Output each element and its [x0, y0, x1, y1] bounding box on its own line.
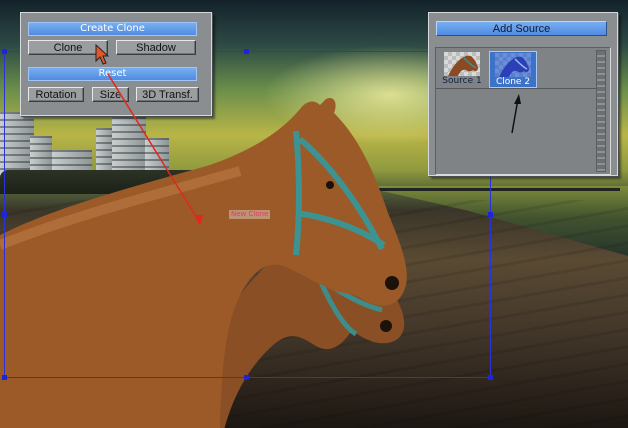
thumbnail-label: Clone 2: [495, 77, 531, 87]
source-panel: Add Source Source 1 Clone 2: [428, 12, 618, 176]
add-source-button[interactable]: Add Source: [436, 21, 607, 36]
resize-handle-left[interactable]: [2, 212, 7, 217]
divider: [436, 88, 596, 89]
resize-handle-right[interactable]: [488, 212, 493, 217]
reset-rotation-button[interactable]: Rotation: [28, 87, 84, 102]
source-thumbnail-list: Source 1 Clone 2: [435, 47, 611, 175]
thumbnail-scrollbar[interactable]: [596, 50, 606, 172]
new-clone-label: New Clone: [229, 210, 271, 219]
resize-handle-bottom-left[interactable]: [2, 375, 7, 380]
thumbnail-source-1[interactable]: Source 1: [439, 51, 485, 86]
resize-handle-top-left[interactable]: [2, 49, 7, 54]
source-horse[interactable]: [0, 95, 420, 428]
thumbnail-label: Source 1: [442, 76, 482, 86]
reset-3d-transform-button[interactable]: 3D Transf.: [136, 87, 199, 102]
horse-head-icon: [444, 52, 480, 76]
horse-head-icon: [495, 53, 531, 77]
create-clone-panel: Create Clone Clone Shadow Reset Rotation…: [20, 12, 212, 116]
create-clone-header: Create Clone: [28, 22, 197, 36]
mouse-pointer-icon: [95, 44, 109, 65]
reset-size-button[interactable]: Size: [92, 87, 129, 102]
reset-header: Reset: [28, 67, 197, 81]
resize-handle-bottom[interactable]: [244, 375, 249, 380]
resize-handle-top[interactable]: [244, 49, 249, 54]
thumbnail-clone-2[interactable]: Clone 2: [489, 51, 537, 88]
resize-handle-bottom-right[interactable]: [488, 375, 493, 380]
shadow-button[interactable]: Shadow: [116, 40, 196, 55]
